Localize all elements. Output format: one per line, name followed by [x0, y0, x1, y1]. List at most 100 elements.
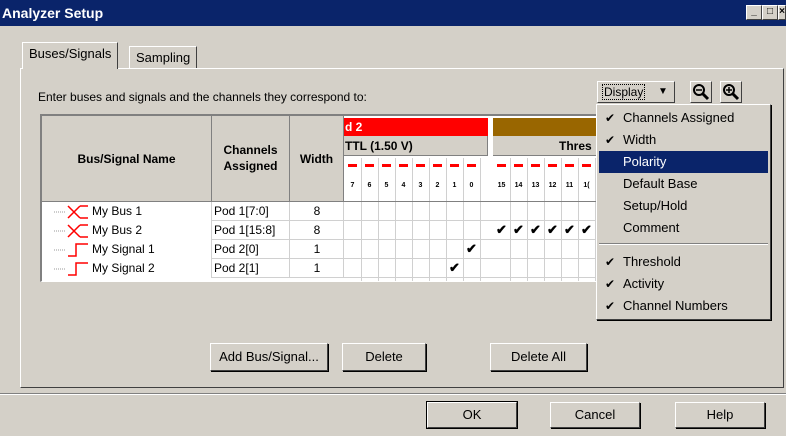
menu-item-comment[interactable]: Comment: [599, 217, 768, 239]
tab-label: Sampling: [136, 50, 191, 65]
checkmark-icon[interactable]: ✔: [544, 222, 561, 238]
minimize-icon[interactable]: _: [746, 5, 762, 20]
channels-assigned[interactable]: Pod 2[0]: [214, 241, 288, 257]
table-row[interactable]: My Signal 2 Pod 2[1] 1 ✔: [42, 259, 599, 278]
zoom-out-icon[interactable]: [690, 81, 712, 103]
grid-line: [289, 202, 290, 278]
instruction-text: Enter buses and signals and the channels…: [38, 90, 367, 104]
tab-buses-signals[interactable]: Buses/Signals: [22, 42, 119, 69]
channel-number: 15: [497, 182, 506, 189]
menu-item-activity[interactable]: ✔ Activity: [599, 273, 768, 295]
activity-indicator: [582, 164, 591, 167]
activity-indicator: [365, 164, 374, 167]
checkmark-icon: ✔: [605, 255, 616, 269]
help-button[interactable]: Help: [675, 402, 765, 428]
threshold-label: Thres: [559, 139, 592, 153]
activity-indicator: [416, 164, 425, 167]
cancel-button[interactable]: Cancel: [550, 402, 640, 428]
close-icon[interactable]: ×: [778, 5, 786, 20]
activity-indicator: [531, 164, 540, 167]
channel-number: 0: [469, 182, 474, 189]
threshold-header-1[interactable]: TTL (1.50 V): [344, 136, 488, 156]
signal-icon: [54, 241, 94, 258]
checkmark-icon[interactable]: ✔: [493, 222, 510, 238]
menu-item-label: Channel Numbers: [623, 298, 728, 313]
menu-item-channel-numbers[interactable]: ✔ Channel Numbers: [599, 295, 768, 317]
menu-item-label: Default Base: [623, 176, 698, 191]
checkmark-icon: ✔: [605, 133, 616, 147]
channel-number: 13: [531, 182, 540, 189]
width-value[interactable]: 8: [290, 222, 344, 238]
menu-item-polarity[interactable]: Polarity: [599, 151, 768, 173]
activity-indicator: [399, 164, 408, 167]
menu-item-setup-hold[interactable]: Setup/Hold: [599, 195, 768, 217]
add-bus-signal-button[interactable]: Add Bus/Signal...: [210, 343, 328, 371]
checkmark-icon[interactable]: ✔: [510, 222, 527, 238]
bus-signal-name[interactable]: My Bus 1: [92, 203, 210, 219]
channel-number: 14: [514, 182, 523, 189]
title-bar[interactable]: Analyzer Setup _ □ ×: [0, 0, 786, 26]
pod-label: d 2: [345, 120, 363, 134]
menu-item-label: Comment: [623, 220, 680, 235]
activity-indicator: [548, 164, 557, 167]
table-row[interactable]: My Bus 1 Pod 1[7:0] 8: [42, 202, 599, 221]
pod-header-2[interactable]: [493, 118, 599, 136]
channels-assigned[interactable]: Pod 1[15:8]: [214, 222, 288, 238]
ok-button[interactable]: OK: [426, 401, 518, 429]
menu-item-channels-assigned[interactable]: ✔ Channels Assigned: [599, 107, 768, 129]
activity-indicator: [514, 164, 523, 167]
menu-item-default-base[interactable]: Default Base: [599, 173, 768, 195]
checkmark-icon: ✔: [605, 111, 616, 125]
width-value[interactable]: 1: [290, 260, 344, 276]
channel-number: 11: [565, 182, 574, 189]
menu-item-label: Polarity: [623, 154, 667, 169]
bus-signal-name[interactable]: My Signal 1: [92, 241, 210, 257]
width-value[interactable]: 8: [290, 203, 344, 219]
signal-icon: [54, 260, 94, 277]
chevron-down-icon: ▼: [658, 86, 668, 97]
header-channels-assigned[interactable]: Channels Assigned: [212, 116, 290, 202]
table-row[interactable]: My Bus 2 Pod 1[15:8] 8 ✔ ✔ ✔ ✔ ✔ ✔: [42, 221, 599, 240]
analyzer-setup-window: Analyzer Setup _ □ × Buses/Signals Sampl…: [0, 0, 786, 436]
checkmark-icon[interactable]: ✔: [446, 260, 463, 276]
menu-item-width[interactable]: ✔ Width: [599, 129, 768, 151]
activity-indicator: [433, 164, 442, 167]
menu-item-label: Threshold: [623, 254, 681, 269]
channels-assigned[interactable]: Pod 1[7:0]: [214, 203, 288, 219]
bus-signal-name[interactable]: My Bus 2: [92, 222, 210, 238]
bus-signal-name[interactable]: My Signal 2: [92, 260, 210, 276]
menu-item-threshold[interactable]: ✔ Threshold: [599, 251, 768, 273]
activity-indicator: [382, 164, 391, 167]
zoom-in-icon[interactable]: [720, 81, 742, 103]
header-channels-line1: Channels: [223, 143, 278, 157]
channel-number: 1(: [583, 182, 590, 189]
header-bus-signal-name[interactable]: Bus/Signal Name: [42, 116, 212, 202]
tab-label: Buses/Signals: [29, 46, 112, 61]
channel-number: 1: [452, 182, 457, 189]
display-dropdown-button[interactable]: Display ▼: [597, 81, 675, 103]
maximize-icon[interactable]: □: [762, 5, 778, 20]
width-value[interactable]: 1: [290, 241, 344, 257]
checkmark-icon[interactable]: ✔: [527, 222, 544, 238]
checkmark-icon: ✔: [605, 277, 616, 291]
menu-separator: [599, 243, 768, 245]
channels-assigned[interactable]: Pod 2[1]: [214, 260, 288, 276]
pod-header-1[interactable]: d 2: [344, 118, 488, 136]
checkmark-icon[interactable]: ✔: [578, 222, 595, 238]
activity-indicator: [467, 164, 476, 167]
tab-sampling[interactable]: Sampling: [129, 46, 198, 68]
grid-line: [212, 277, 599, 278]
display-label: Display: [602, 84, 646, 100]
delete-all-button[interactable]: Delete All: [490, 343, 587, 371]
header-width[interactable]: Width: [290, 116, 344, 202]
threshold-header-2[interactable]: Thres: [493, 136, 599, 156]
header-channels-line2: Assigned: [223, 159, 278, 173]
bus-signal-table: Bus/Signal Name Channels Assigned Width …: [40, 114, 600, 282]
checkmark-icon[interactable]: ✔: [561, 222, 578, 238]
delete-button[interactable]: Delete: [342, 343, 426, 371]
activity-indicator: [565, 164, 574, 167]
menu-item-label: Channels Assigned: [623, 110, 735, 125]
table-row[interactable]: My Signal 1 Pod 2[0] 1 ✔: [42, 240, 599, 259]
checkmark-icon[interactable]: ✔: [463, 241, 480, 257]
checkmark-icon: ✔: [605, 299, 616, 313]
